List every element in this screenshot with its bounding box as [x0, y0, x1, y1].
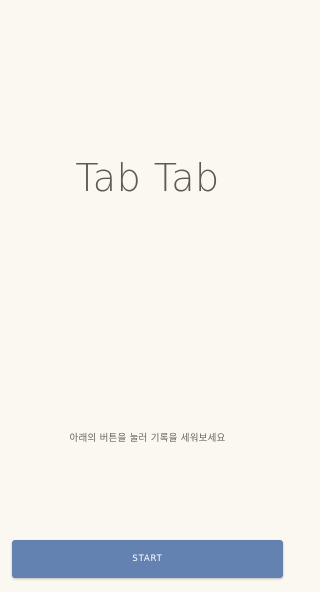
instruction-text: 아래의 버튼을 눌러 기록을 세워보세요: [69, 433, 226, 444]
start-button[interactable]: START: [12, 540, 283, 578]
start-button-label: START: [132, 554, 163, 564]
app-title: Tab Tab: [75, 156, 220, 200]
app-screen: Tab Tab 아래의 버튼을 눌러 기록을 세워보세요 START: [0, 0, 295, 592]
